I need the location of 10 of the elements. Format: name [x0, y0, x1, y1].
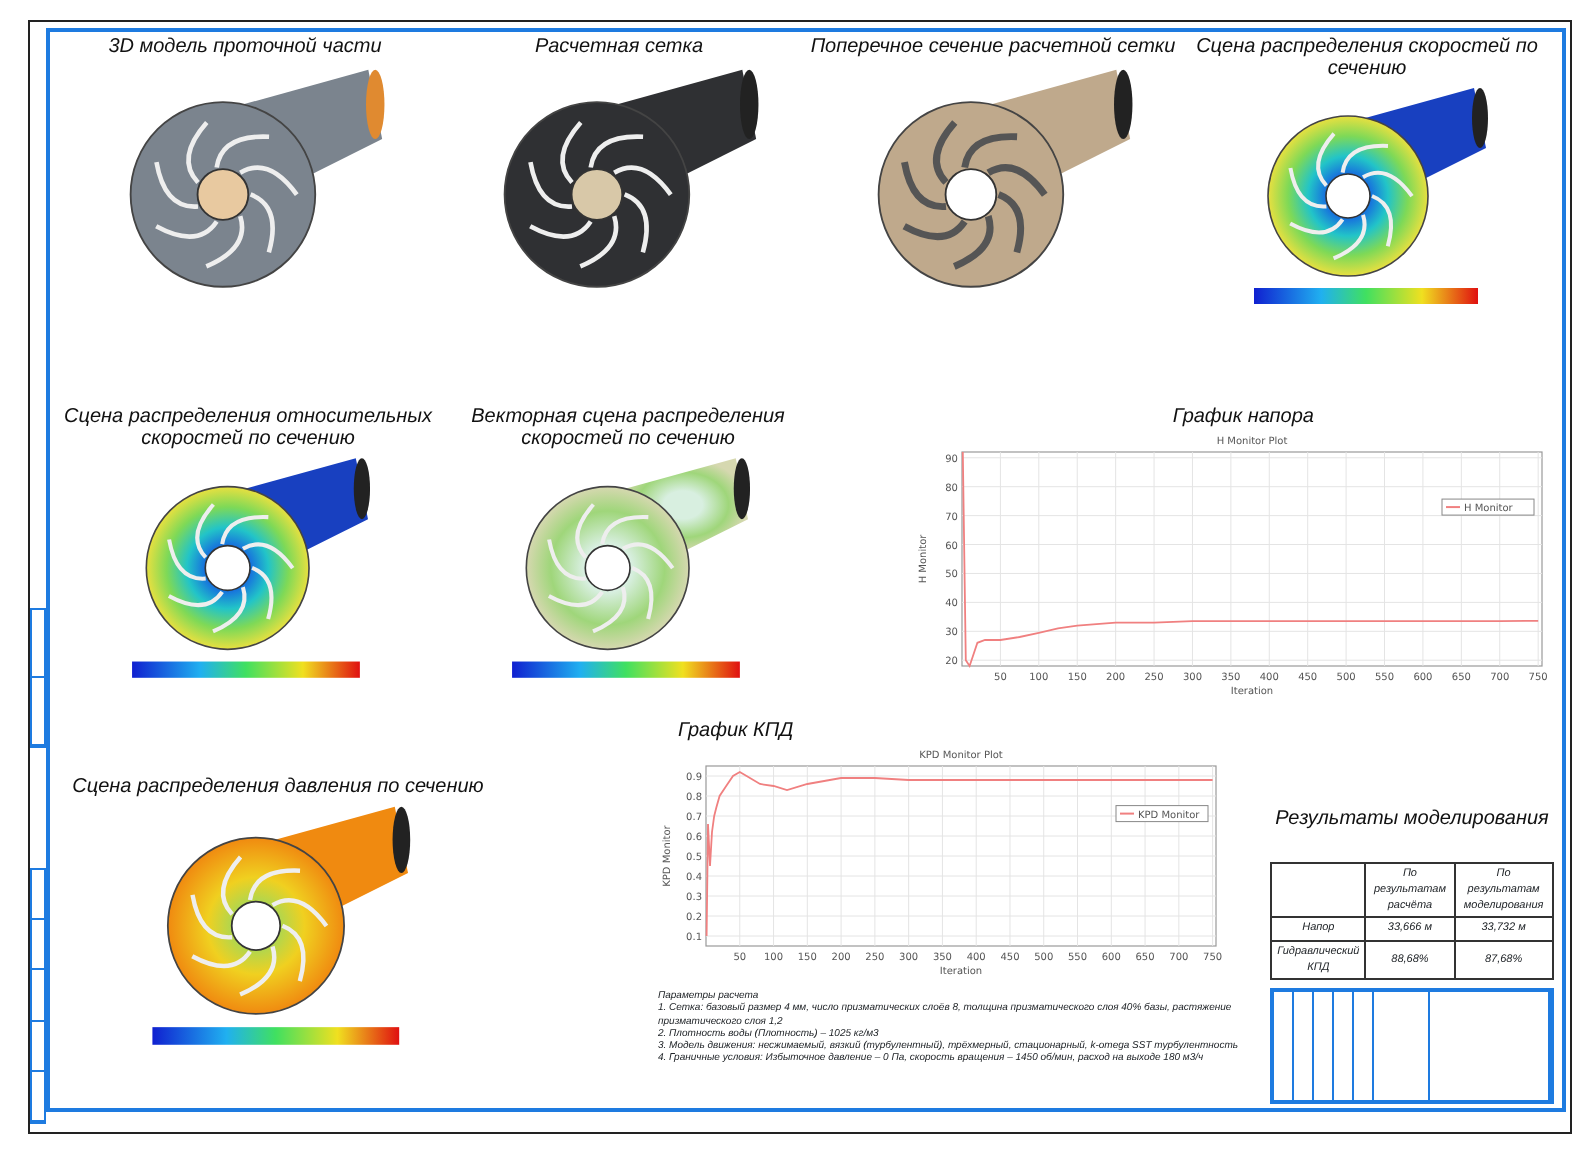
panel-caption: График КПД — [678, 720, 796, 742]
panel-caption: График напора — [1172, 406, 1314, 428]
panel-caption: Сцена распределения давления по сечению — [72, 776, 484, 798]
panel-caption: Векторная сцена распределения скоростей по сечению — [469, 406, 787, 450]
results-caption: Результаты моделирования — [1273, 807, 1551, 829]
panel-caption: 3D модель проточной части — [108, 36, 382, 58]
panel-caption: Сцена распределения относительных скоростей по сечению — [62, 406, 435, 450]
panel-caption: Расчетная сетка — [534, 36, 704, 58]
panel-caption: Поперечное сечение расчетной сетки — [810, 36, 1176, 58]
panel-caption: Сцена распределения скоростей по сечению — [1194, 36, 1540, 80]
